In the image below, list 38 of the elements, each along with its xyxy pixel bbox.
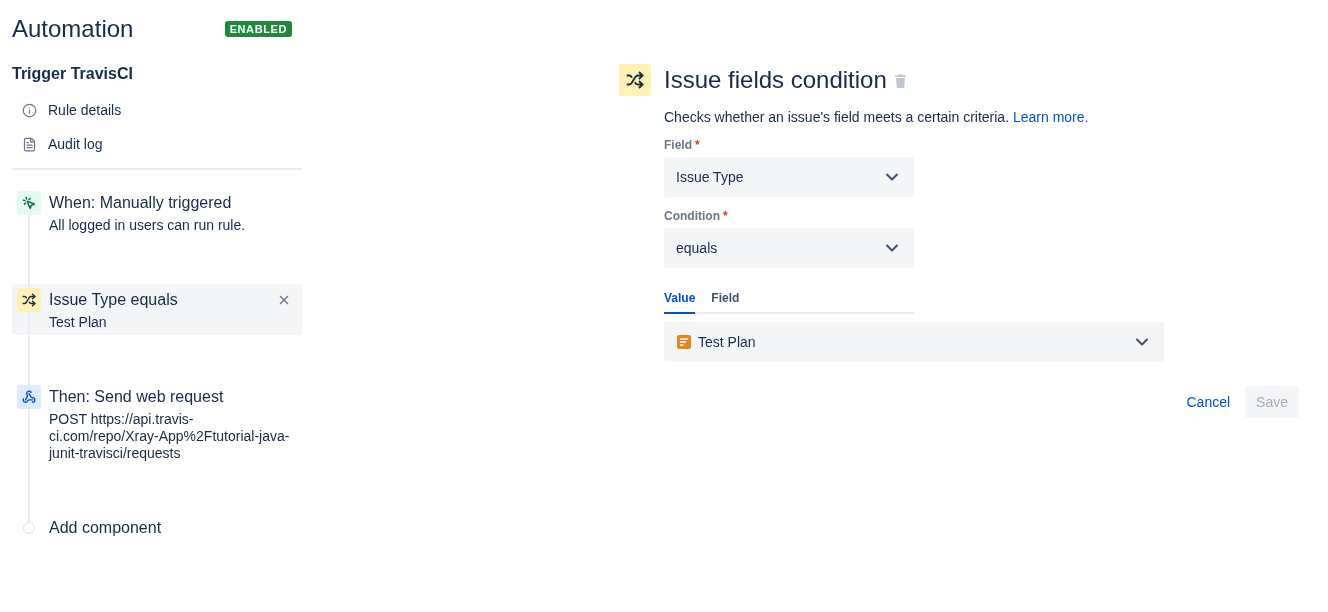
component-item[interactable]: Then: Send web request POST https://api.travis-ci.com/repo/Xray-App%2Ftutorial-java-junit-travisci/requests bbox=[12, 381, 302, 466]
select-field[interactable]: equals bbox=[664, 228, 914, 268]
learn-more-link[interactable]: Learn more. bbox=[1012, 109, 1089, 125]
issue-type-icon bbox=[677, 335, 691, 349]
document-icon bbox=[22, 136, 37, 152]
description-text: Checks whether an issue's field meets a certain criteria. Learn more. bbox=[664, 108, 1089, 127]
component-title: Issue Type equals bbox=[49, 290, 179, 310]
close-icon[interactable] bbox=[277, 293, 291, 307]
cursor-click-icon bbox=[17, 191, 41, 215]
sidebar-link[interactable]: Audit log bbox=[12, 127, 103, 161]
page-title: Automation bbox=[12, 14, 134, 44]
component-description: All logged in users can run rule. bbox=[49, 217, 247, 234]
component-item[interactable]: Issue Type equals Test Plan bbox=[12, 284, 302, 335]
info-icon bbox=[22, 102, 37, 118]
sidebar-link[interactable]: Rule details bbox=[12, 93, 122, 127]
shuffle-icon bbox=[619, 64, 651, 96]
rule-name: Trigger TravisCI bbox=[12, 64, 134, 84]
shuffle-icon bbox=[17, 288, 41, 312]
empty-circle-icon bbox=[23, 522, 35, 534]
select-field[interactable]: Test Plan bbox=[664, 322, 1164, 362]
field-label: Field bbox=[664, 137, 692, 153]
component-item[interactable]: Add component bbox=[12, 512, 302, 544]
component-title: When: Manually triggered bbox=[49, 193, 233, 213]
select-field[interactable]: Issue Type bbox=[664, 157, 914, 197]
component-title: Add component bbox=[49, 518, 163, 538]
webhook-icon bbox=[17, 385, 41, 409]
component-item[interactable]: When: Manually triggered All logged in users can run rule. bbox=[12, 187, 302, 238]
component-description: Test Plan bbox=[49, 314, 108, 331]
component-title: Then: Send web request bbox=[49, 387, 225, 407]
required-asterisk: * bbox=[723, 208, 728, 224]
status-badge: ENABLED bbox=[224, 21, 292, 37]
cancel-button[interactable]: Cancel bbox=[1175, 386, 1242, 418]
required-asterisk: * bbox=[695, 137, 700, 153]
tab[interactable]: Field bbox=[711, 290, 740, 314]
field-label: Condition bbox=[664, 208, 720, 224]
tab[interactable]: Value bbox=[664, 290, 696, 314]
editor-title: Issue fields condition bbox=[664, 65, 887, 95]
component-description: POST https://api.travis-ci.com/repo/Xray-App%2Ftutorial-java-junit-travisci/requests bbox=[49, 411, 291, 462]
